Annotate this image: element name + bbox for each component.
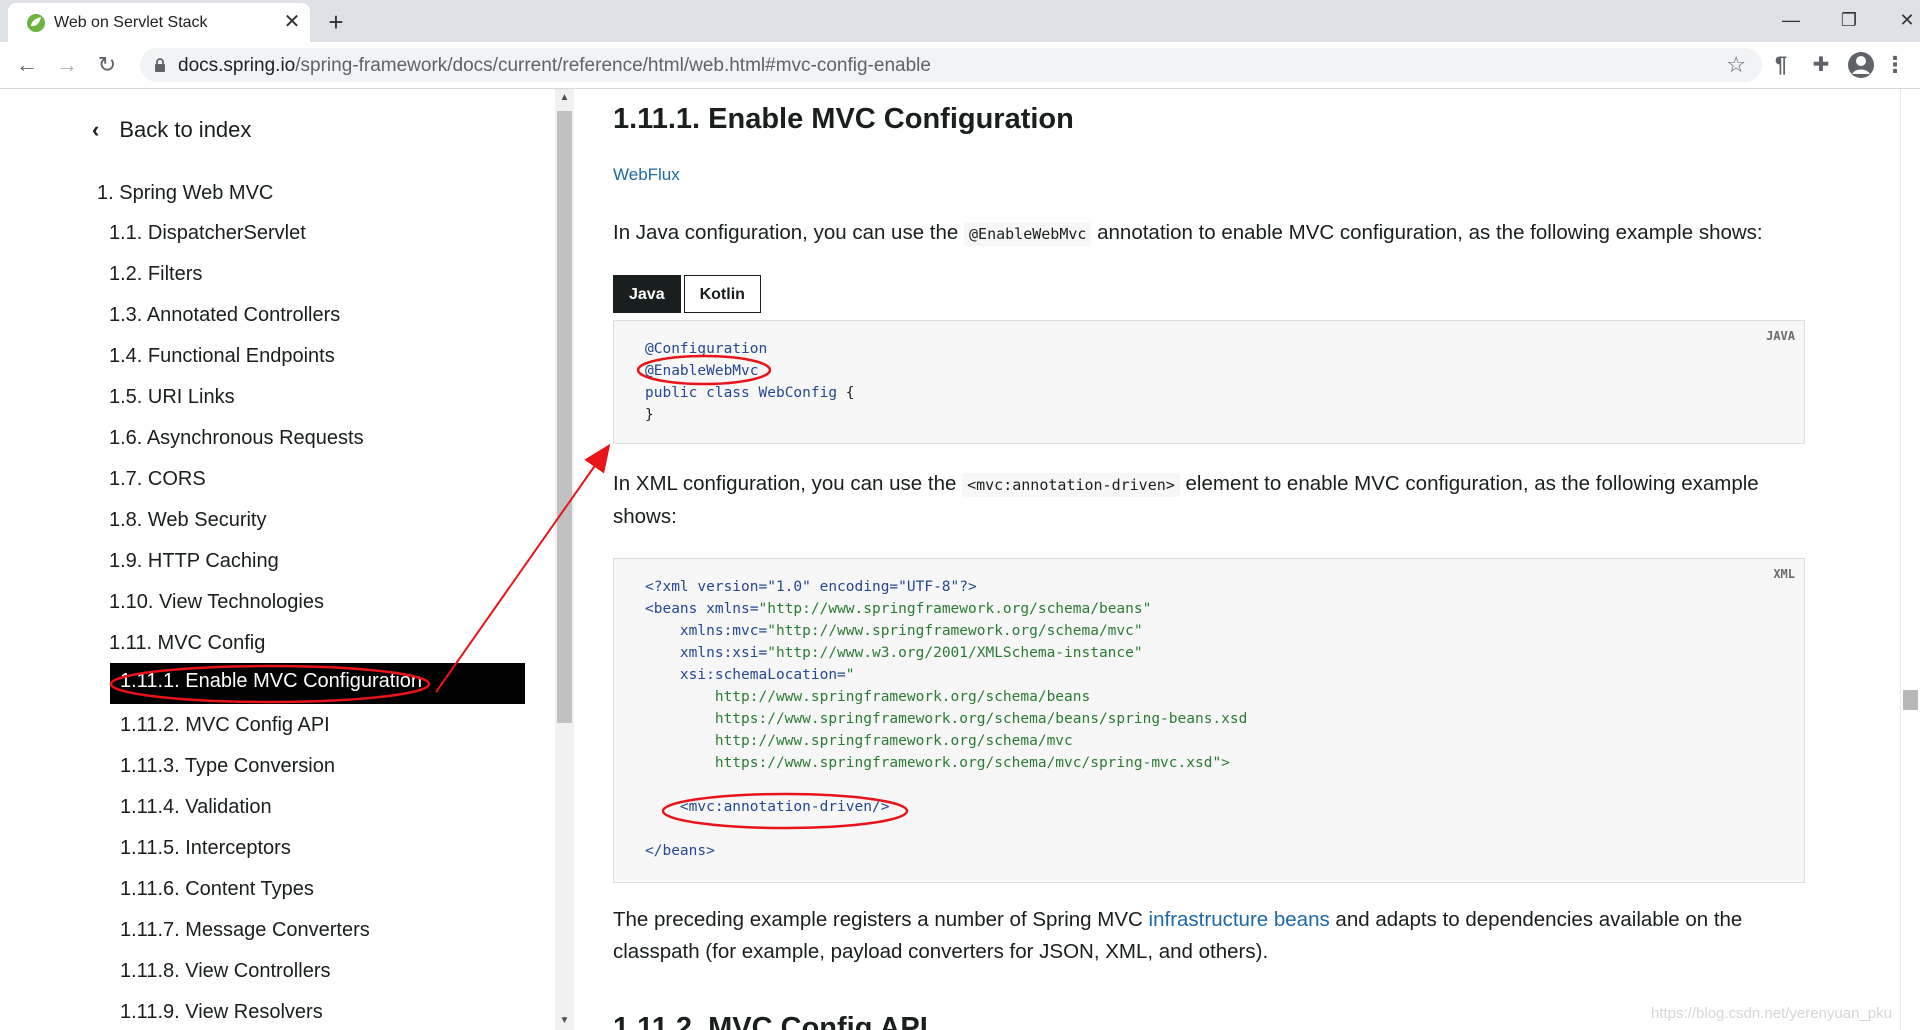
toc-item-1-11-4[interactable]: 1.11.4. Validation — [120, 794, 272, 820]
code-tabs: Java Kotlin — [613, 275, 761, 315]
close-window-icon[interactable]: ✕ — [1878, 4, 1920, 36]
url-text: docs.spring.io/spring-framework/docs/cur… — [178, 55, 931, 76]
back-arrow-icon[interactable]: ← — [12, 50, 42, 80]
chevron-left-icon: ‹ — [92, 117, 100, 142]
code-lang-label: JAVA — [1766, 329, 1795, 343]
main-content: 1.11.1. Enable MVC Configuration WebFlux… — [613, 89, 1815, 1030]
toc-item-1-9[interactable]: 1.9. HTTP Caching — [109, 548, 279, 574]
close-icon[interactable]: ✕ — [280, 10, 304, 34]
watermark: https://blog.csdn.net/yerenyuan_pku — [1651, 1005, 1892, 1022]
page-title: 1.11.1. Enable MVC Configuration — [613, 103, 1074, 135]
toc-item-1-11[interactable]: 1.11. MVC Config — [109, 630, 265, 656]
code-line-enablewebmvc: @EnableWebMvc — [645, 363, 759, 379]
code-line: } — [645, 407, 654, 423]
scroll-up-arrow-icon[interactable]: ▲ — [555, 89, 574, 107]
toc-item-1-2[interactable]: 1.2. Filters — [109, 261, 202, 287]
code-line: https://www.springframework.org/schema/m… — [645, 755, 1230, 771]
lock-icon — [155, 58, 165, 72]
toc-item-1-6[interactable]: 1.6. Asynchronous Requests — [109, 425, 364, 451]
forward-arrow-icon[interactable]: → — [52, 50, 82, 80]
toc-item-1-11-5[interactable]: 1.11.5. Interceptors — [120, 835, 291, 861]
toc-item-1[interactable]: 1. Spring Web MVC — [97, 180, 273, 206]
avatar-icon[interactable] — [1846, 50, 1876, 80]
next-section-title: 1.11.2. MVC Config API — [613, 1012, 928, 1030]
maximize-icon[interactable]: ❐ — [1820, 4, 1878, 36]
sidebar-scroll-thumb[interactable] — [557, 111, 572, 723]
paragraph-icon[interactable]: ¶ — [1766, 50, 1796, 80]
infrastructure-beans-link[interactable]: infrastructure beans — [1149, 908, 1330, 931]
plus-icon[interactable]: + — [320, 6, 352, 38]
toc-item-1-11-8[interactable]: 1.11.8. View Controllers — [120, 958, 330, 984]
code-line: xsi:schemaLocation=" — [645, 667, 855, 683]
toc-item-1-11-3[interactable]: 1.11.3. Type Conversion — [120, 753, 335, 779]
java-code-block: JAVA @Configuration @EnableWebMvc public… — [613, 320, 1805, 444]
code-lang-label: XML — [1773, 567, 1795, 581]
tab-strip: Web on Servlet Stack ✕ + — ❐ ✕ — [0, 0, 1920, 42]
java-config-paragraph: In Java configuration, you can use the @… — [613, 221, 1763, 246]
tab-title: Web on Servlet Stack — [54, 14, 208, 31]
webflux-link[interactable]: WebFlux — [613, 165, 680, 185]
inline-code-annotation-driven: <mvc:annotation-driven> — [962, 473, 1180, 497]
page-content: ‹ Back to index 1. Spring Web MVC 1.1. D… — [0, 89, 1920, 1030]
address-bar[interactable]: docs.spring.io/spring-framework/docs/cur… — [140, 48, 1762, 82]
page-scroll-thumb[interactable] — [1903, 690, 1918, 710]
xml-config-paragraph: In XML configuration, you can use the <m… — [613, 472, 1759, 528]
toc-item-1-7[interactable]: 1.7. CORS — [109, 466, 206, 492]
tab-kotlin[interactable]: Kotlin — [683, 275, 761, 313]
toc-item-1-4[interactable]: 1.4. Functional Endpoints — [109, 343, 335, 369]
code-line: @Configuration — [645, 341, 768, 357]
code-line: xmlns:mvc="http://www.springframework.or… — [645, 623, 1143, 639]
browser-toolbar: ← → ↻ docs.spring.io/spring-framework/do… — [0, 42, 1920, 89]
scroll-down-arrow-icon[interactable]: ▼ — [555, 1012, 574, 1030]
toc-item-1-1[interactable]: 1.1. DispatcherServlet — [109, 220, 306, 246]
code-line: https://www.springframework.org/schema/b… — [645, 711, 1248, 727]
spring-leaf-icon — [27, 14, 45, 32]
browser-tab[interactable]: Web on Servlet Stack ✕ — [8, 3, 310, 42]
code-line: </beans> — [645, 843, 715, 859]
xml-code-block: XML <?xml version="1.0" encoding="UTF-8"… — [613, 558, 1805, 883]
code-line-annotation-driven: <mvc:annotation-driven/> — [645, 799, 890, 815]
inline-code-enablewebmvc: @EnableWebMvc — [964, 222, 1092, 246]
toc-item-1-5[interactable]: 1.5. URI Links — [109, 384, 235, 410]
minimize-icon[interactable]: — — [1762, 4, 1820, 36]
toc-item-1-11-9[interactable]: 1.11.9. View Resolvers — [120, 999, 323, 1025]
code-line: public class WebConfig { — [645, 385, 855, 401]
code-line: xmlns:xsi="http://www.w3.org/2001/XMLSch… — [645, 645, 1143, 661]
puzzle-icon[interactable]: ✚ — [1806, 50, 1836, 80]
sidebar-toc: ‹ Back to index 1. Spring Web MVC 1.1. D… — [0, 89, 555, 1030]
code-line: http://www.springframework.org/schema/mv… — [645, 733, 1073, 749]
preceding-example-paragraph: The preceding example registers a number… — [613, 908, 1743, 963]
toc-item-1-11-6[interactable]: 1.11.6. Content Types — [120, 876, 314, 902]
reload-icon[interactable]: ↻ — [92, 50, 122, 80]
code-line: <beans xmlns="http://www.springframework… — [645, 601, 1152, 617]
toc-active-label: 1.11.1. Enable MVC Configuration — [120, 670, 423, 692]
more-vert-icon[interactable]: ⋮ — [1880, 50, 1910, 80]
toc-item-active[interactable]: 1.11.1. Enable MVC Configuration — [110, 663, 525, 704]
back-to-index-link[interactable]: ‹ Back to index — [92, 117, 251, 143]
star-icon[interactable]: ☆ — [1726, 52, 1746, 78]
toc-item-1-10[interactable]: 1.10. View Technologies — [109, 589, 324, 615]
tab-java[interactable]: Java — [613, 275, 681, 313]
code-line: http://www.springframework.org/schema/be… — [645, 689, 1091, 705]
toc-item-1-3[interactable]: 1.3. Annotated Controllers — [109, 302, 340, 328]
page-scrollbar[interactable] — [1900, 89, 1920, 1030]
toc-item-1-11-7[interactable]: 1.11.7. Message Converters — [120, 917, 370, 943]
toc-item-1-11-2[interactable]: 1.11.2. MVC Config API — [120, 712, 330, 738]
code-line: <?xml version="1.0" encoding="UTF-8"?> — [645, 579, 977, 595]
toc-item-1-8[interactable]: 1.8. Web Security — [109, 507, 266, 533]
